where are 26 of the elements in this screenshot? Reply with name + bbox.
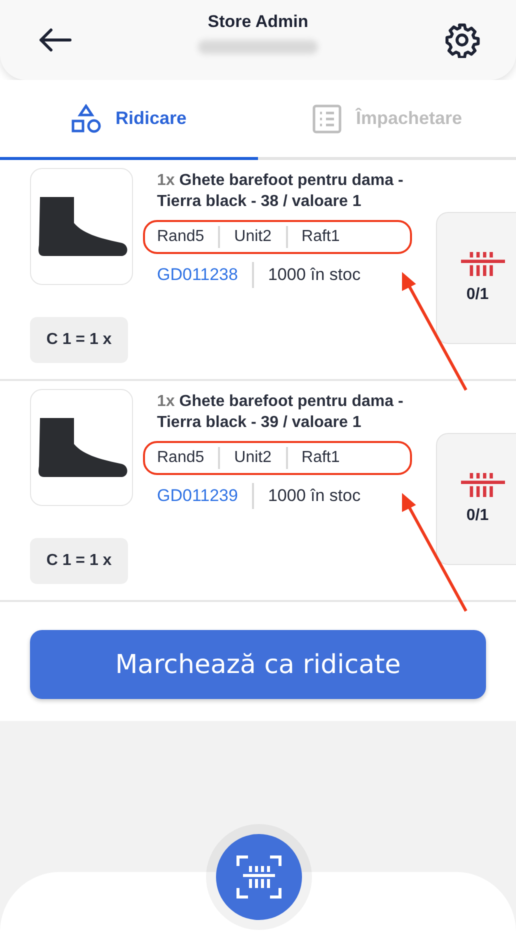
location-label: Unit2 bbox=[218, 447, 286, 469]
barcode-icon bbox=[460, 472, 504, 498]
pack-rule-label: C 1 = 1 x bbox=[30, 538, 128, 584]
sku-link[interactable]: GD011239 bbox=[157, 483, 254, 509]
pack-rule-label: C 1 = 1 x bbox=[30, 317, 128, 363]
product-name: 1x Ghete barefoot pentru dama - Tierra black - 39 / valoare 1 bbox=[157, 392, 404, 433]
pick-count-button[interactable]: 0/1 bbox=[436, 212, 516, 344]
location-label: Unit2 bbox=[218, 226, 286, 248]
location-label: Raft1 bbox=[286, 226, 354, 248]
scan-button[interactable] bbox=[216, 834, 302, 920]
location-label: Raft1 bbox=[286, 447, 354, 469]
product-name: 1x Ghete barefoot pentru dama - Tierra black - 38 / valoare 1 bbox=[157, 171, 404, 212]
pick-count-button[interactable]: 0/1 bbox=[436, 433, 516, 565]
back-arrow-icon[interactable] bbox=[38, 28, 72, 52]
list-icon bbox=[312, 104, 342, 134]
stock-label: 1000 în stoc bbox=[266, 486, 361, 506]
barcode-icon bbox=[460, 252, 504, 276]
stock-label: 1000 în stoc bbox=[266, 265, 361, 285]
app-title: Store Admin bbox=[208, 12, 308, 32]
settings-icon[interactable] bbox=[444, 22, 480, 58]
mark-picked-button[interactable]: Marchează ca ridicate bbox=[30, 630, 486, 699]
sku-link[interactable]: GD011238 bbox=[157, 262, 254, 288]
location-label: Rand5 bbox=[157, 227, 206, 247]
location-label: Rand5 bbox=[157, 448, 206, 468]
barcode-scan-icon bbox=[236, 854, 282, 900]
shapes-icon bbox=[71, 104, 102, 134]
